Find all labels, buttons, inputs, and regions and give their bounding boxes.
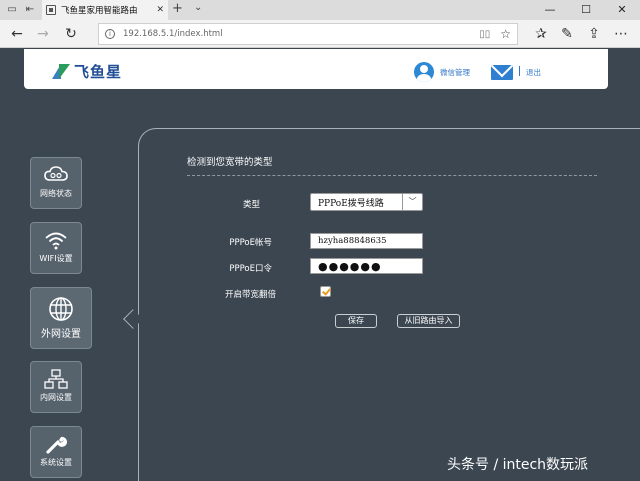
bandwidth-boost-label: 开启带宽翻倍	[224, 290, 276, 300]
sidebar-item-wan[interactable]: 外网设置	[30, 287, 92, 349]
bandwidth-boost-checkbox[interactable]	[320, 286, 331, 297]
section-title: 检测到您宽带的类型	[187, 157, 273, 168]
back-arrow-icon[interactable]: ←	[8, 25, 26, 43]
chevron-down-icon[interactable]: ﹀	[402, 194, 422, 210]
more-menu-icon[interactable]: ⋯	[612, 25, 630, 43]
content-panel	[138, 128, 640, 481]
wechat-manage-link[interactable]: 微信管理	[440, 67, 470, 78]
router-header: 飞鱼星 微信管理 退出	[24, 49, 608, 89]
tab-back-icon[interactable]: ⇤	[22, 2, 38, 18]
tab-actions-icon[interactable]: ▭	[4, 2, 20, 18]
reading-view-icon[interactable]: ▯▯	[479, 29, 490, 40]
wrench-icon	[43, 433, 69, 455]
wifi-icon	[43, 229, 69, 251]
tab-close-icon[interactable]: ✕	[156, 5, 164, 15]
mail-icon[interactable]	[491, 65, 513, 80]
sidebar-item-label: 系统设置	[40, 458, 72, 467]
page-favicon-icon	[46, 5, 56, 15]
watermark-text: 头条号 / intech数玩派	[447, 457, 589, 473]
pppoe-account-input[interactable]	[310, 233, 423, 249]
sidebar-item-lan[interactable]: 内网设置	[30, 361, 82, 413]
browser-nav-bar: ← → ↻ i ▯▯ ☆ ✰ ✎ ⇪ ⋯	[0, 20, 640, 48]
import-old-router-button[interactable]: 从旧路由导入	[397, 314, 460, 328]
sidebar-item-network-status[interactable]: 网络状态	[30, 157, 82, 209]
address-bar[interactable]: i ▯▯ ☆	[98, 23, 518, 45]
share-icon[interactable]: ⇪	[585, 25, 603, 43]
maximize-icon[interactable]: ☐	[568, 0, 604, 20]
pppoe-account-label: PPPoE帐号	[229, 238, 272, 248]
browser-tab[interactable]: 飞鱼星家用智能路由 ✕	[42, 0, 168, 20]
globe-icon	[46, 295, 76, 323]
connection-type-value: PPPoE拨号线路	[318, 198, 384, 209]
site-info-icon[interactable]: i	[105, 29, 115, 39]
sidebar-item-label: 外网设置	[41, 329, 81, 340]
minimize-icon[interactable]: —	[532, 0, 568, 20]
logo-text: 飞鱼星	[74, 63, 123, 81]
browser-tab-bar: ▭ ⇤ 飞鱼星家用智能路由 ✕ + ⌄ — ☐ ✕	[0, 0, 640, 20]
sidebar-item-system[interactable]: 系统设置	[30, 426, 82, 478]
forward-arrow-icon[interactable]: →	[34, 25, 52, 43]
logo-mark-icon	[52, 64, 70, 79]
header-divider	[519, 66, 520, 76]
sidebar-item-label: 内网设置	[40, 393, 72, 402]
network-icon	[43, 368, 69, 390]
brand-logo: 飞鱼星	[52, 61, 122, 82]
tab-title: 飞鱼星家用智能路由	[61, 6, 138, 16]
section-divider	[187, 175, 597, 176]
refresh-icon[interactable]: ↻	[62, 25, 80, 43]
type-label: 类型	[242, 200, 260, 210]
favorite-star-icon[interactable]: ☆	[500, 27, 511, 41]
connection-type-select[interactable]: PPPoE拨号线路 ﹀	[310, 193, 423, 211]
web-note-icon[interactable]: ✎	[558, 25, 576, 43]
new-tab-icon[interactable]: +	[172, 1, 183, 16]
password-mask: ●●●●●●	[318, 260, 382, 273]
save-button[interactable]: 保存	[335, 314, 377, 328]
url-input[interactable]	[123, 29, 480, 39]
sidebar-item-wifi[interactable]: WIFI设置	[30, 222, 82, 274]
sidebar-item-label: 网络状态	[40, 189, 72, 198]
tab-list-chevron-icon[interactable]: ⌄	[194, 2, 202, 13]
sidebar-item-label: WIFI设置	[39, 254, 73, 263]
cloud-icon	[43, 164, 69, 186]
window-close-icon[interactable]: ✕	[604, 0, 640, 20]
logout-link[interactable]: 退出	[526, 67, 541, 78]
pppoe-password-label: PPPoE口令	[229, 264, 272, 274]
favorites-list-icon[interactable]: ✰	[532, 25, 550, 43]
user-avatar-icon[interactable]	[414, 62, 434, 82]
